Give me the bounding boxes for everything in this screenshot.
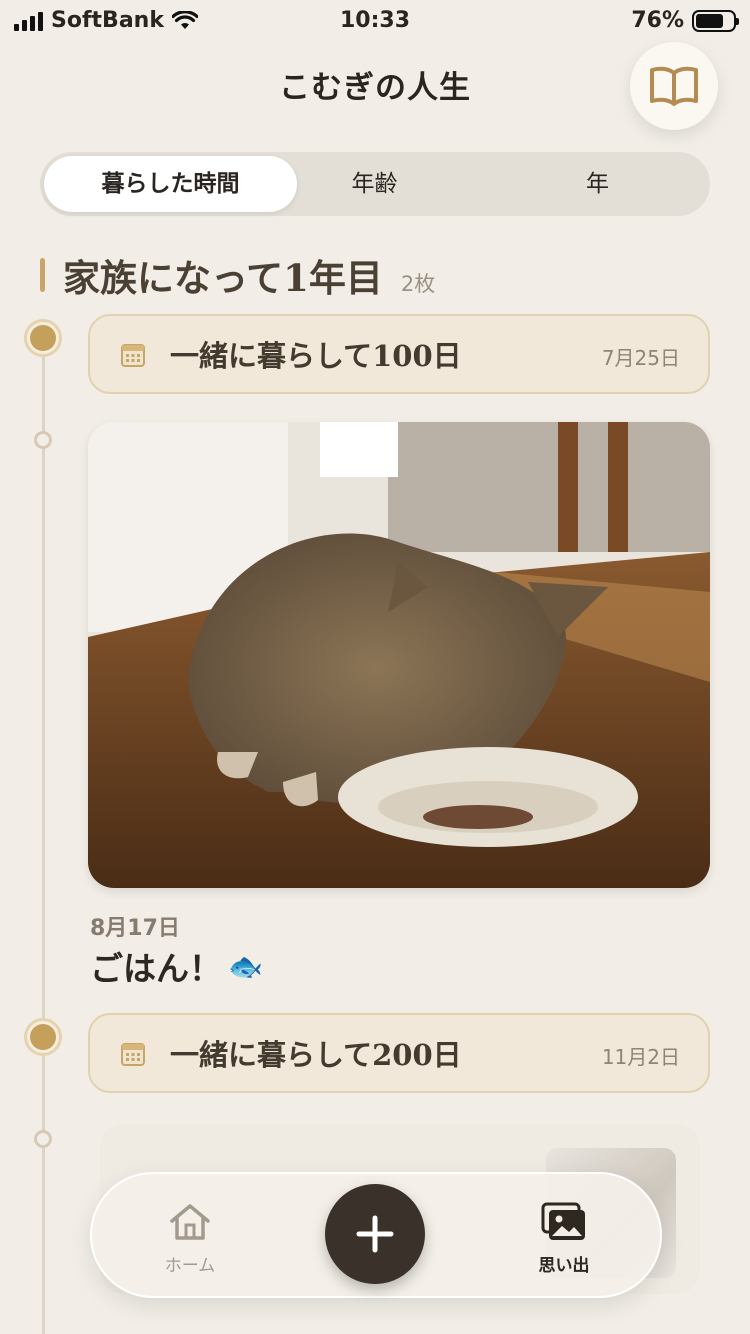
milestone-title: 一緒に暮らして100日	[170, 339, 462, 373]
section-accent-bar	[40, 258, 45, 292]
timeline-line	[42, 338, 45, 1334]
status-bar: SoftBank 10:33 76%	[0, 0, 750, 44]
battery-percent: 76%	[631, 8, 684, 33]
tab-year[interactable]: 年	[520, 156, 675, 212]
album-book-button[interactable]	[630, 42, 718, 130]
milestone-date: 7月25日	[601, 346, 680, 370]
battery-icon	[692, 9, 739, 32]
tab-memories[interactable]: 思い出	[504, 1202, 624, 1276]
tab-age[interactable]: 年齢	[297, 156, 452, 212]
milestone-card[interactable]: 一緒に暮らして200日 11月2日	[88, 1013, 710, 1093]
post-date: 8月17日	[90, 916, 180, 941]
add-post-button[interactable]	[325, 1184, 425, 1284]
tab-time-lived[interactable]: 暮らした時間	[44, 156, 297, 212]
plus-icon	[356, 1215, 394, 1253]
timeline-milestone-dot	[24, 319, 62, 357]
timeline-milestone-dot	[24, 1018, 62, 1056]
photos-icon	[541, 1202, 585, 1240]
post-photo[interactable]	[88, 422, 710, 888]
timeline-post-dot	[34, 1130, 52, 1148]
open-book-icon	[650, 66, 698, 106]
section-title: 家族になって1年目	[63, 256, 383, 300]
tab-home-label: ホーム	[164, 1256, 216, 1276]
milestone-title: 一緒に暮らして200日	[170, 1038, 462, 1072]
calendar-icon	[121, 344, 145, 367]
tab-memories-label: 思い出	[538, 1256, 590, 1276]
kitten-photo	[88, 422, 710, 888]
post-caption-text: ごはん！	[90, 949, 222, 988]
tab-home[interactable]: ホーム	[130, 1202, 250, 1276]
photo-count: 2枚	[400, 272, 436, 296]
view-mode-segmented-control: 暮らした時間 年齢 年	[40, 152, 710, 216]
post-caption: ごはん！ 🐟	[90, 942, 263, 990]
milestone-date: 11月2日	[601, 1045, 680, 1069]
timeline-post-dot	[34, 431, 52, 449]
milestone-card[interactable]: 一緒に暮らして100日 7月25日	[88, 314, 710, 394]
home-icon	[170, 1204, 210, 1240]
section-header: 家族になって1年目 2枚	[40, 248, 435, 302]
calendar-icon	[121, 1043, 145, 1066]
fish-emoji: 🐟	[228, 949, 263, 983]
